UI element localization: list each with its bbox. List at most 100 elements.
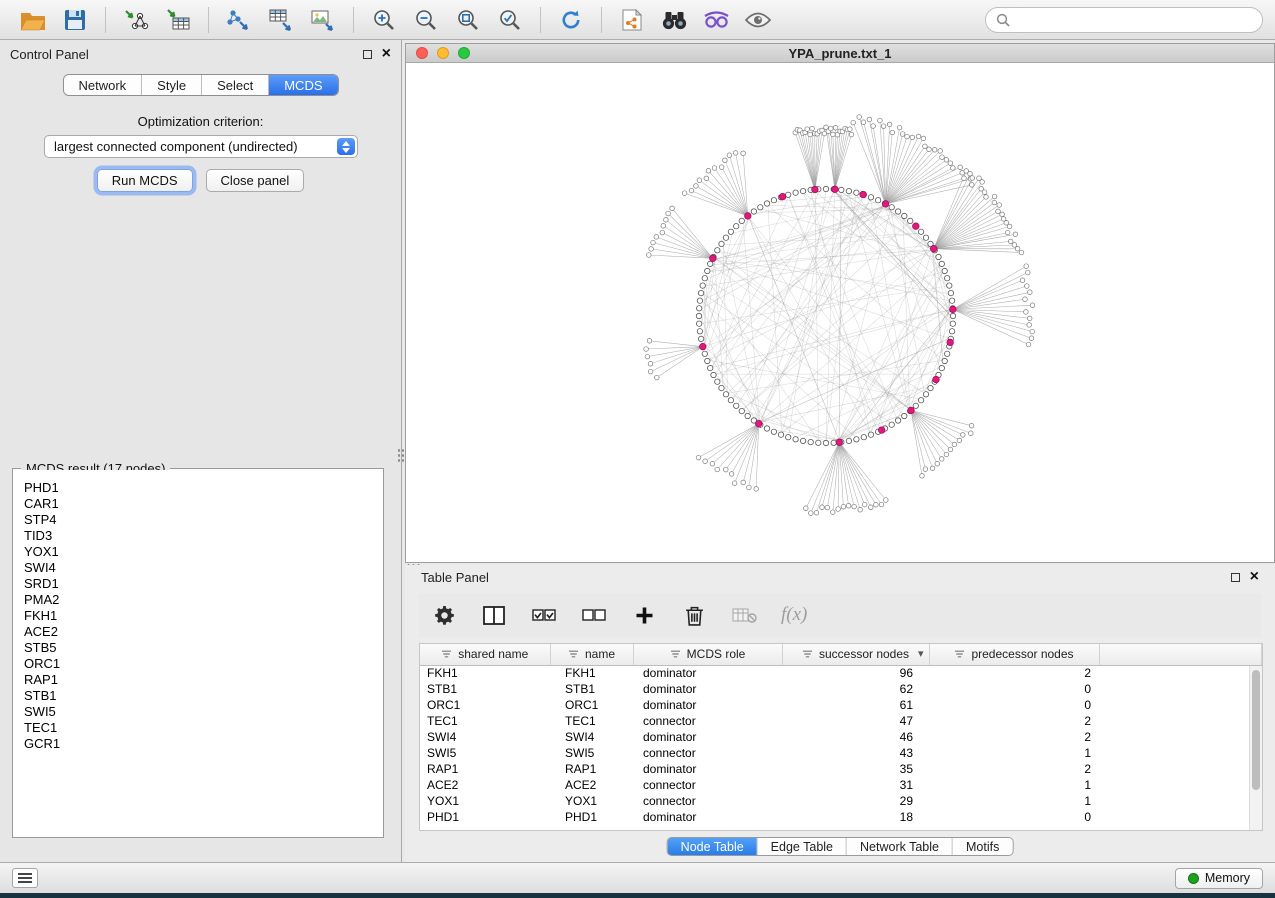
node-table-row[interactable]: YOX1YOX1connector291 (420, 793, 1262, 809)
mcds-result-item[interactable]: SWI5 (24, 704, 382, 720)
memory-button-label: Memory (1205, 871, 1250, 885)
mcds-result-item[interactable]: ACE2 (24, 624, 382, 640)
delete-column-icon[interactable] (681, 600, 707, 630)
mcds-result-item[interactable]: CAR1 (24, 496, 382, 512)
zoom-in-icon[interactable] (368, 5, 400, 35)
mcds-result-item[interactable]: SRD1 (24, 576, 382, 592)
toolbar-separator (601, 7, 602, 33)
export-table-icon[interactable] (265, 5, 297, 35)
run-mcds-button[interactable]: Run MCDS (97, 169, 193, 192)
node-table-container: shared name name MCDS role successor nod… (419, 643, 1263, 831)
column-header-predecessor-nodes[interactable]: predecessor nodes (929, 644, 1099, 665)
float-table-panel-icon[interactable] (1231, 573, 1240, 582)
network-canvas-svg[interactable] (406, 63, 1274, 562)
import-table-icon[interactable] (162, 5, 194, 35)
close-table-panel-icon[interactable]: × (1250, 572, 1259, 582)
node-table-row[interactable]: PHD1PHD1dominator180 (420, 809, 1262, 825)
mcds-result-item[interactable]: STP4 (24, 512, 382, 528)
column-header-mcds-role[interactable]: MCDS role (633, 644, 782, 665)
column-header-filler (1099, 644, 1262, 665)
network-canvas[interactable] (406, 63, 1274, 562)
mcds-result-item[interactable]: STB1 (24, 688, 382, 704)
search-box[interactable] (985, 7, 1263, 33)
vertical-splitter-handle[interactable] (397, 448, 405, 464)
column-header-name[interactable]: name (550, 644, 633, 665)
refresh-icon[interactable] (555, 5, 587, 35)
mcds-result-item[interactable]: RAP1 (24, 672, 382, 688)
export-network-icon[interactable] (223, 5, 255, 35)
open-folder-icon[interactable] (17, 5, 49, 35)
mcds-result-item[interactable]: PHD1 (24, 480, 382, 496)
export-image-icon[interactable] (307, 5, 339, 35)
tab-mcds[interactable]: MCDS (269, 75, 337, 95)
share-document-icon[interactable] (616, 5, 648, 35)
search-icon (996, 13, 1010, 27)
table-panel: Table Panel × (405, 565, 1275, 862)
tab-node-table[interactable]: Node Table (668, 838, 758, 855)
mcds-result-item[interactable]: GCR1 (24, 736, 382, 752)
table-panel-title: Table Panel (421, 570, 489, 585)
tab-network[interactable]: Network (63, 75, 142, 95)
control-panel-tabs: Network Style Select MCDS (62, 74, 338, 96)
select-all-rows-icon[interactable] (531, 600, 557, 630)
float-panel-icon[interactable] (363, 50, 372, 59)
criterion-dropdown[interactable]: largest connected component (undirected) (44, 135, 358, 158)
column-sort-icon (670, 649, 681, 659)
mcds-result-item[interactable]: FKH1 (24, 608, 382, 624)
deselect-all-rows-icon[interactable] (581, 600, 607, 630)
search-input[interactable] (1016, 11, 1252, 28)
sort-descending-chevron-icon[interactable]: ▾ (918, 647, 924, 660)
node-table-row[interactable]: SWI5SWI5connector431 (420, 745, 1262, 761)
mcds-result-item[interactable]: TEC1 (24, 720, 382, 736)
column-sort-icon (441, 649, 452, 659)
tab-motifs[interactable]: Motifs (953, 838, 1012, 855)
zoom-selected-icon[interactable] (494, 5, 526, 35)
node-table-row[interactable]: TEC1TEC1connector472 (420, 713, 1262, 729)
save-icon[interactable] (59, 5, 91, 35)
network-titlebar[interactable]: YPA_prune.txt_1 (406, 44, 1274, 63)
tab-network-table[interactable]: Network Table (847, 838, 953, 855)
close-panel-icon[interactable]: × (382, 49, 391, 59)
node-table-row[interactable]: SWI4SWI4dominator462 (420, 729, 1262, 745)
mcds-result-item[interactable]: ORC1 (24, 656, 382, 672)
tab-select[interactable]: Select (202, 75, 269, 95)
add-column-icon[interactable] (631, 600, 657, 630)
maximize-window-icon[interactable] (458, 47, 470, 59)
column-header-shared-name[interactable]: shared name (420, 644, 550, 665)
zoom-fit-icon[interactable] (452, 5, 484, 35)
import-network-icon[interactable] (120, 5, 152, 35)
function-builder-icon: f(x) (781, 600, 807, 630)
mcds-result-item[interactable]: STB5 (24, 640, 382, 656)
zoom-out-icon[interactable] (410, 5, 442, 35)
main-toolbar (0, 0, 1275, 40)
table-settings-gear-icon[interactable] (431, 600, 457, 630)
mcds-result-item[interactable]: TID3 (24, 528, 382, 544)
node-table-row[interactable]: STB1STB1dominator620 (420, 681, 1262, 697)
minimize-window-icon[interactable] (437, 47, 449, 59)
column-header-successor-nodes[interactable]: successor nodes▾ (782, 644, 929, 665)
scrollbar-thumb[interactable] (1252, 670, 1260, 790)
mcds-result-item[interactable]: YOX1 (24, 544, 382, 560)
memory-button[interactable]: Memory (1175, 868, 1263, 889)
mcds-result-list[interactable]: PHD1CAR1STP4TID3YOX1SWI4SRD1PMA2FKH1ACE2… (14, 470, 382, 836)
tab-edge-table[interactable]: Edge Table (758, 838, 847, 855)
mcds-result-item[interactable]: SWI4 (24, 560, 382, 576)
table-toolbar: f(x) (419, 593, 1261, 637)
show-overlay-eye-icon[interactable] (742, 5, 774, 35)
mcds-result-box: MCDS result (17 nodes) PHD1CAR1STP4TID3Y… (12, 468, 384, 838)
show-columns-icon[interactable] (481, 600, 507, 630)
close-window-icon[interactable] (416, 47, 428, 59)
criterion-dropdown-value: largest connected component (undirected) (54, 139, 298, 154)
close-panel-button[interactable]: Close panel (206, 169, 305, 192)
task-history-button[interactable] (12, 868, 38, 888)
hide-overlay-icon[interactable] (700, 5, 732, 35)
node-table-row[interactable]: ACE2ACE2connector311 (420, 777, 1262, 793)
find-binoculars-icon[interactable] (658, 5, 690, 35)
node-table-row[interactable]: ORC1ORC1dominator610 (420, 697, 1262, 713)
tab-style[interactable]: Style (142, 75, 202, 95)
node-table-row[interactable]: RAP1RAP1dominator352 (420, 761, 1262, 777)
mcds-result-item[interactable]: PMA2 (24, 592, 382, 608)
node-table-row[interactable]: FKH1FKH1dominator962 (420, 665, 1262, 681)
column-sort-icon (568, 649, 579, 659)
table-vertical-scrollbar[interactable] (1249, 666, 1262, 830)
